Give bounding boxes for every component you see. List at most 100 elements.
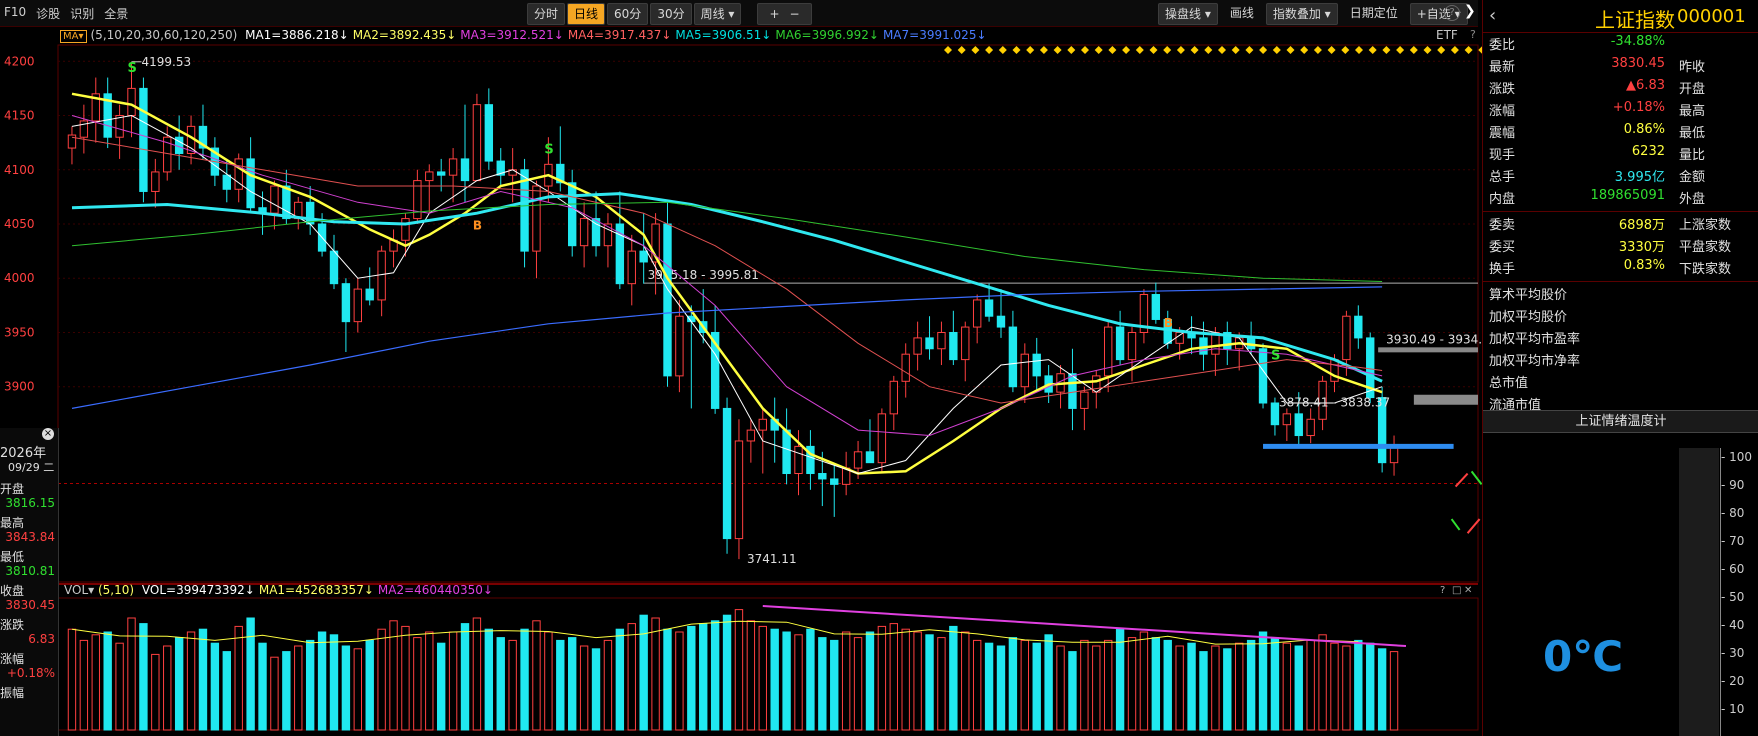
- candle-body: [877, 413, 887, 464]
- candle-body: [1282, 413, 1292, 426]
- maximize-icon[interactable]: □: [1452, 585, 1461, 596]
- signal-diamond-icon: [1286, 46, 1295, 54]
- quote-value: +0.18%: [1612, 100, 1665, 115]
- gauge-tick: - 70: [1721, 534, 1745, 548]
- volume-bar: [79, 639, 89, 731]
- quote-title-bar: ‹ 上证指数 000001: [1483, 0, 1758, 33]
- volume-bar: [436, 642, 446, 731]
- back-icon[interactable]: ‹: [1489, 5, 1496, 26]
- candle-body: [1068, 373, 1077, 409]
- volume-bar: [496, 637, 505, 731]
- signal-diamond-icon: [1341, 46, 1350, 54]
- volume-bar: [675, 631, 684, 731]
- signal-diamond-icon: [1396, 46, 1405, 54]
- signal-diamond-icon: [1245, 46, 1254, 54]
- candlestick-chart[interactable]: 42004150410040504000395039003995.18 - 39…: [0, 0, 1482, 736]
- quote-label: 委比: [1489, 38, 1516, 53]
- quote-value: -34.88%: [1610, 34, 1665, 49]
- volume-bar: [1139, 631, 1149, 731]
- volume-bar: [699, 623, 708, 731]
- candle-body: [949, 331, 958, 361]
- y-tick-label: 3900: [4, 380, 35, 394]
- quote-label: 震幅: [1489, 126, 1516, 141]
- candle-body: [282, 185, 291, 220]
- volume-bar: [984, 642, 994, 731]
- volume-bar: [425, 631, 434, 731]
- quote-row-rows1-4: 震幅 0.86% 最低: [1489, 122, 1755, 144]
- candle-body: [484, 104, 494, 162]
- candle-body: [1080, 391, 1089, 409]
- volume-bar: [1092, 645, 1101, 731]
- volume-bar: [508, 639, 517, 731]
- sell-signal-label: S: [544, 142, 553, 157]
- volume-bar: [627, 623, 636, 731]
- quote-stat-label: 加权平均股价: [1489, 310, 1568, 325]
- quote-value: 0.83%: [1623, 258, 1665, 273]
- volume-bar: [1282, 642, 1292, 731]
- temperature-gauge-bar: [1679, 448, 1719, 736]
- volume-bar: [1354, 639, 1363, 731]
- gauge-tick: - 80: [1721, 506, 1745, 520]
- candle-body: [889, 380, 898, 415]
- vol-indicator-select[interactable]: VOL▾: [64, 583, 94, 597]
- close-icon[interactable]: ×: [42, 428, 54, 440]
- quote-label: 现手: [1489, 148, 1516, 163]
- quote-row-rows1-7: 内盘 189865091 外盘: [1489, 188, 1755, 210]
- gauge-title: 上证情绪温度计: [1483, 410, 1758, 433]
- quote-label: 总手: [1489, 170, 1516, 185]
- signal-diamond-icon: [1204, 46, 1213, 54]
- quote-label: 换手: [1489, 262, 1516, 277]
- volume-bar: [67, 628, 77, 731]
- signal-diamond-icon: [1176, 46, 1185, 54]
- down-arrow-icon: [1470, 470, 1482, 485]
- volume-bar: [139, 623, 148, 731]
- volume-bar: [1103, 639, 1113, 731]
- restore-icon[interactable]: ?: [1440, 585, 1445, 596]
- quote-label-2: 最高: [1679, 104, 1706, 119]
- info-label-2: 最低: [0, 550, 25, 564]
- vol-value-0: VOL=399473392↓: [141, 583, 255, 597]
- vol-params: (5,10): [97, 583, 135, 597]
- volume-bar: [782, 631, 791, 731]
- candle-body: [639, 250, 648, 263]
- info-value-4: 6.83: [28, 632, 55, 646]
- volume-bar: [329, 634, 339, 731]
- volume-bar: [949, 625, 958, 731]
- y-tick-label: 4050: [4, 217, 35, 231]
- signal-diamond-icon: [1094, 46, 1103, 54]
- quote-value: 189865091: [1590, 188, 1665, 203]
- volume-bar: [353, 648, 363, 731]
- volume-bar: [1127, 637, 1137, 731]
- quote-row-rows1-5: 现手 6232 量比: [1489, 144, 1755, 166]
- buy-signal-label: B: [473, 218, 482, 232]
- quote-divider: [1483, 281, 1758, 282]
- volume-bar: [841, 631, 851, 731]
- volume-bar: [925, 634, 934, 731]
- candle-body: [746, 429, 756, 442]
- signal-diamond-icon: [985, 46, 994, 54]
- gauge-tick: - 40: [1721, 618, 1745, 632]
- volume-bar: [448, 631, 458, 731]
- quote-label: 涨跌: [1489, 82, 1516, 97]
- quote-stat-label: 加权平均市净率: [1489, 354, 1581, 369]
- signal-diamond-icon: [1272, 46, 1281, 54]
- volume-bar: [877, 625, 887, 731]
- candle-body: [925, 337, 934, 350]
- info-value-0: 3816.15: [5, 496, 55, 510]
- candle-body: [472, 104, 482, 182]
- quote-label-2: 最低: [1679, 126, 1706, 141]
- signal-diamond-icon: [1108, 46, 1117, 54]
- volume-bar: [961, 631, 970, 731]
- close-pane-icon[interactable]: ✕: [1464, 585, 1472, 596]
- volume-bar: [460, 623, 470, 731]
- volume-bar: [639, 614, 648, 731]
- volume-bar: [568, 637, 577, 731]
- volume-bar: [198, 628, 208, 731]
- candle-body: [377, 250, 386, 301]
- info-label-5: 涨幅: [0, 652, 25, 666]
- candle-body: [1032, 353, 1041, 377]
- info-value-5: +0.18%: [6, 666, 55, 680]
- signal-diamond-icon: [1259, 46, 1268, 54]
- volume-bar: [1330, 642, 1339, 731]
- y-tick-label: 3950: [4, 325, 35, 339]
